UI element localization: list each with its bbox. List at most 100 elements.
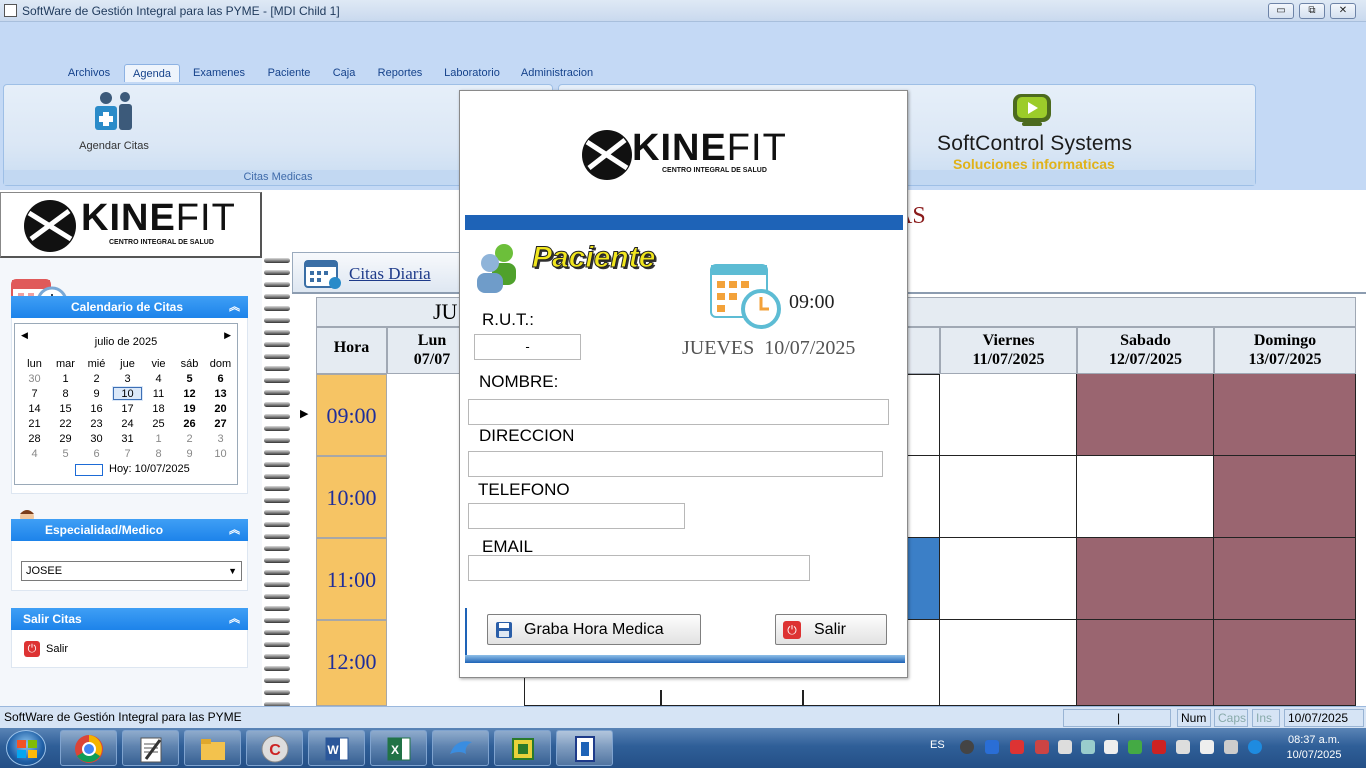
- calendar-day[interactable]: 20: [205, 401, 236, 416]
- tray-icon[interactable]: [1248, 740, 1262, 754]
- calendar-panel-header[interactable]: Calendario de Citas ︽: [11, 296, 248, 318]
- email-input[interactable]: [468, 555, 810, 581]
- calendar-grid[interactable]: lun mar mié jue vie sáb dom 30 1 2 3 4 5 6 7 8 9 10 11 12 1…: [19, 356, 236, 461]
- tab-paciente[interactable]: Paciente: [262, 64, 316, 82]
- calendar-day[interactable]: 9: [174, 446, 205, 461]
- calendar-day[interactable]: 24: [112, 416, 143, 431]
- calendar-day[interactable]: 1: [50, 371, 81, 386]
- calendar-day[interactable]: 4: [143, 371, 174, 386]
- calendar-day[interactable]: 31: [112, 431, 143, 446]
- calendar-day[interactable]: 10: [205, 446, 236, 461]
- day-header-viernes[interactable]: Viernes 11/07/2025: [940, 327, 1077, 374]
- tray-icon[interactable]: [1035, 740, 1049, 754]
- clock[interactable]: 08:37 a.m. 10/07/2025: [1272, 733, 1356, 763]
- volume-icon[interactable]: [1058, 740, 1072, 754]
- slot-cell-blocked[interactable]: [1077, 538, 1214, 620]
- taskbar-word[interactable]: W: [308, 730, 365, 766]
- minimize-button[interactable]: ▭: [1268, 3, 1294, 19]
- calendar-day[interactable]: 23: [81, 416, 112, 431]
- flag-icon[interactable]: [1104, 740, 1118, 754]
- slot-cell[interactable]: [940, 620, 1077, 706]
- tray-icon[interactable]: [960, 740, 974, 754]
- calendar-day[interactable]: 21: [19, 416, 50, 431]
- day-header-sabado[interactable]: Sabado 12/07/2025: [1077, 327, 1214, 374]
- tray-icon[interactable]: [1010, 740, 1024, 754]
- calendar-day[interactable]: 15: [50, 401, 81, 416]
- calendar-day[interactable]: 27: [205, 416, 236, 431]
- slot-cell-blocked[interactable]: [1077, 620, 1214, 706]
- slot-cell[interactable]: [906, 620, 940, 706]
- medico-select[interactable]: JOSEE ▼: [21, 561, 242, 581]
- calendar-day[interactable]: 14: [19, 401, 50, 416]
- calendar-day[interactable]: 5: [50, 446, 81, 461]
- next-month-icon[interactable]: ▶: [224, 330, 231, 341]
- collapse-chevron-icon[interactable]: ︽: [229, 608, 240, 630]
- calendar-day[interactable]: 9: [81, 386, 112, 401]
- slot-cell[interactable]: [661, 690, 803, 706]
- tab-laboratorio[interactable]: Laboratorio: [440, 64, 504, 82]
- restore-button[interactable]: ⧉: [1299, 3, 1325, 19]
- telefono-input[interactable]: [468, 503, 685, 529]
- tab-citas-diaria[interactable]: Citas Diaria: [292, 252, 460, 294]
- direccion-input[interactable]: [468, 451, 883, 477]
- calendar-day[interactable]: 30: [81, 431, 112, 446]
- collapse-chevron-icon[interactable]: ︽: [229, 519, 240, 541]
- taskbar-ccleaner[interactable]: C: [246, 730, 303, 766]
- slot-cell[interactable]: [940, 374, 1077, 456]
- calendar-day[interactable]: 22: [50, 416, 81, 431]
- calendar-day[interactable]: 30: [19, 371, 50, 386]
- day-header-domingo[interactable]: Domingo 13/07/2025: [1214, 327, 1356, 374]
- calendar-day[interactable]: 7: [19, 386, 50, 401]
- salir-button[interactable]: ⏻ Salir: [775, 614, 887, 645]
- slot-cell[interactable]: [1077, 456, 1214, 538]
- calendar-day[interactable]: 6: [205, 371, 236, 386]
- salir-panel-header[interactable]: Salir Citas ︽: [11, 608, 248, 630]
- slot-cell[interactable]: [906, 456, 940, 538]
- nombre-input[interactable]: [468, 399, 889, 425]
- taskbar-excel[interactable]: X: [370, 730, 427, 766]
- tray-icon[interactable]: [1200, 740, 1214, 754]
- graba-hora-button[interactable]: Graba Hora Medica: [487, 614, 701, 645]
- calendar-day[interactable]: 5: [174, 371, 205, 386]
- calendar-day[interactable]: 4: [19, 446, 50, 461]
- taskbar-notepad[interactable]: [122, 730, 179, 766]
- chevron-down-icon[interactable]: ▼: [228, 562, 237, 580]
- calendar-day[interactable]: 16: [81, 401, 112, 416]
- calendar-day[interactable]: 10: [112, 386, 143, 401]
- calendar-day[interactable]: 18: [143, 401, 174, 416]
- slot-cell-blocked[interactable]: [1077, 374, 1214, 456]
- especialidad-panel-header[interactable]: Especialidad/Medico ︽: [11, 519, 248, 541]
- tab-agenda[interactable]: Agenda: [124, 64, 180, 82]
- tray-icon[interactable]: [1152, 740, 1166, 754]
- calendar-today-label[interactable]: Hoy: 10/07/2025: [109, 463, 190, 475]
- calendar-day[interactable]: 3: [112, 371, 143, 386]
- tab-reportes[interactable]: Reportes: [372, 64, 428, 82]
- calendar-day[interactable]: 6: [81, 446, 112, 461]
- taskbar-app[interactable]: [432, 730, 489, 766]
- slot-cell-blocked[interactable]: [1214, 538, 1356, 620]
- slot-cell-selected[interactable]: [906, 538, 940, 620]
- network-icon[interactable]: [1176, 740, 1190, 754]
- tab-caja[interactable]: Caja: [328, 64, 360, 82]
- calendar-day[interactable]: 13: [205, 386, 236, 401]
- agendar-citas-button[interactable]: Agendar Citas: [74, 89, 154, 159]
- close-button[interactable]: ✕: [1330, 3, 1356, 19]
- slot-cell[interactable]: [906, 374, 940, 456]
- calendar-day[interactable]: 12: [174, 386, 205, 401]
- calendar-day[interactable]: 25: [143, 416, 174, 431]
- taskbar-app2[interactable]: [494, 730, 551, 766]
- calendar-day[interactable]: 2: [174, 431, 205, 446]
- slot-cell[interactable]: [940, 456, 1077, 538]
- slot-cell[interactable]: [524, 690, 661, 706]
- slot-cell[interactable]: [940, 538, 1077, 620]
- calendar-day[interactable]: 19: [174, 401, 205, 416]
- tab-examenes[interactable]: Examenes: [188, 64, 250, 82]
- language-indicator[interactable]: ES: [930, 739, 945, 751]
- calendar-day[interactable]: 17: [112, 401, 143, 416]
- tab-archivos[interactable]: Archivos: [62, 64, 116, 82]
- slot-cell-blocked[interactable]: [1214, 620, 1356, 706]
- collapse-chevron-icon[interactable]: ︽: [229, 296, 240, 318]
- tray-icon[interactable]: [1081, 740, 1095, 754]
- rut-input[interactable]: -: [474, 334, 581, 360]
- tray-icon[interactable]: [1224, 740, 1238, 754]
